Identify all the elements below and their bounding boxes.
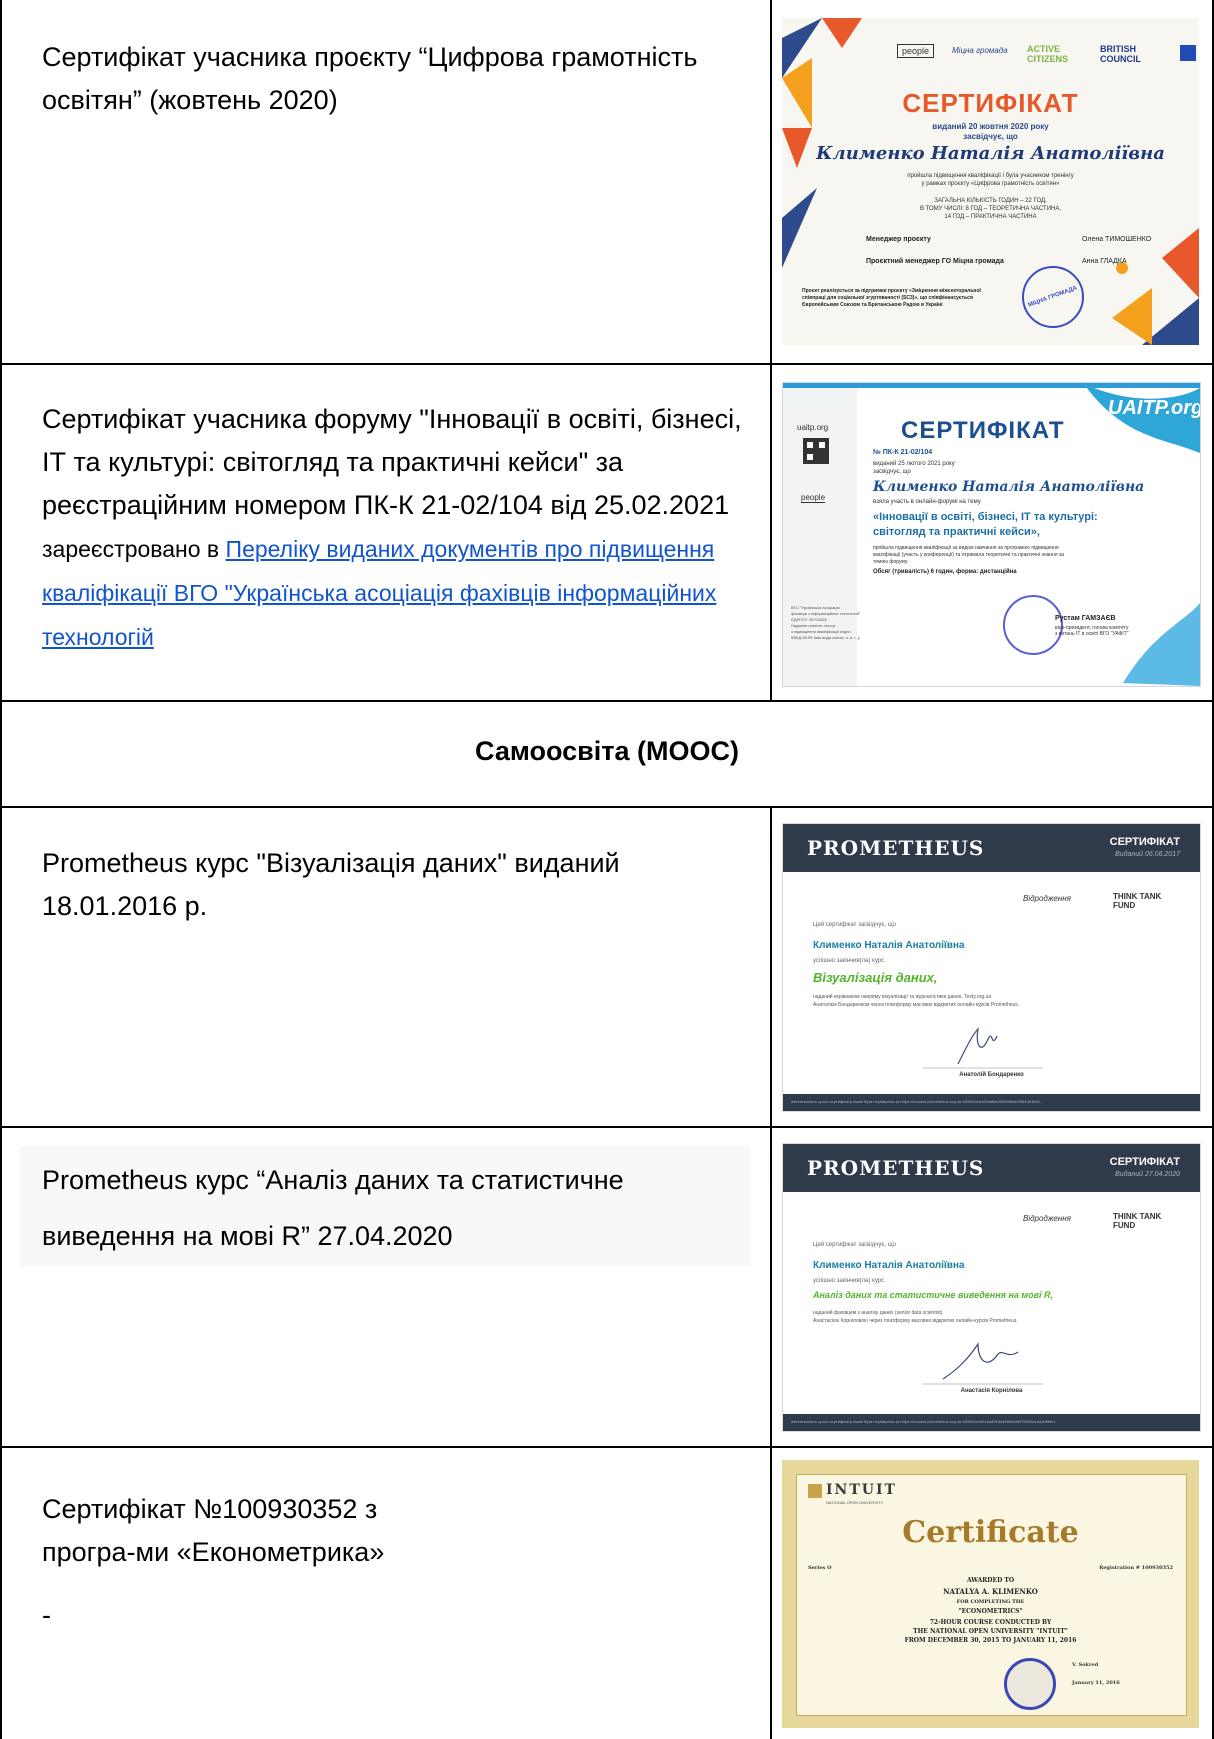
section-heading-mooc: Самоосвіта (MOOC): [475, 736, 739, 766]
volume-line: Обсяг (тривалість) 6 годин, форма: диста…: [873, 569, 1017, 575]
forum-topic: «Інновації в освіті, бізнесі, ІТ та куль…: [873, 511, 1098, 523]
footer-line: співпраці для соціальної згуртованості (…: [802, 295, 973, 301]
cert-line: 72-HOUR COURSE CONDUCTED BY: [929, 1619, 1052, 1626]
body-line: у рамках проєкту «Цифрова грамотність ос…: [921, 181, 1060, 187]
signer-name: Олена ТИМОШЕНКО: [1082, 236, 1152, 243]
certificate-image-uaitp-forum: uaitp.org people UAITP.org СЕРТИФІКАТ № …: [782, 382, 1201, 687]
row-4-description: Prometheus курс "Візуалізація даних" вид…: [42, 848, 620, 921]
footer-line: Європейським Союзом та Британською Радою…: [802, 302, 943, 308]
certifies-text: засвідчує, що: [963, 132, 1018, 141]
seal-stamp: [1004, 1658, 1056, 1710]
seal-text: МІЦНА ГРОМАДА: [1027, 285, 1079, 309]
row-2-description: Сертифікат учасника форуму "Інновації в …: [42, 398, 762, 659]
cert-line: THE NATIONAL OPEN UNIVERSITY "INTUIT": [913, 1628, 1068, 1635]
logo-mitsna-hromada: Міцна громада: [952, 46, 1008, 55]
row-2-registered: зареєстровано в: [42, 536, 226, 562]
column-divider: [770, 806, 772, 1739]
body-line: пройшла підвищення кваліфікації за видом…: [873, 545, 1059, 551]
certificate-image-prometheus-visualization: PROMETHEUS СЕРТИФІКАТ Виданий 06.06.2017…: [782, 823, 1201, 1112]
hours-line: 14 ГОД – ПРАКТИЧНА ЧАСТИНА: [944, 214, 1037, 220]
org-line: ЄДРПОУ 35701828: [791, 617, 827, 622]
signer-name: Рустам ГАМЗАЄВ: [1055, 615, 1116, 622]
row-divider: [0, 363, 1214, 365]
row-2-text: Сертифікат учасника форуму "Інновації в …: [42, 404, 742, 520]
signer-role: Проєктний менеджер ГО Міцна громада: [866, 258, 1004, 265]
org-line: фахівців з інформаційних технологій": [791, 611, 861, 616]
org-line: ВГО "Українська асоціація: [791, 605, 840, 610]
intuit-logo: INTUIT: [826, 1482, 897, 1498]
certificate-title: СЕРТИФІКАТ: [902, 88, 1079, 118]
certificate-image-prometheus-r: PROMETHEUS СЕРТИФІКАТ Виданий 27.04.2020…: [782, 1143, 1201, 1432]
row-1-description: Сертифікат учасника проєкту “Цифрова гра…: [42, 42, 698, 115]
certificate-image-intuit-econometrics: INTUIT NATIONAL OPEN UNIVERSITY Certific…: [782, 1460, 1199, 1728]
signature-date: January 11, 2016: [1072, 1680, 1120, 1686]
verification-text: Автентичність цього сертифікату може бут…: [791, 1099, 1044, 1104]
row-divider: [0, 700, 1214, 702]
row-6-line-2: програ-ми «Економетрика»: [42, 1537, 385, 1567]
body-line: темою форуму.: [873, 559, 909, 565]
signer-name: Анатолій Бондаренко: [959, 1072, 1024, 1078]
issued-date: виданий 25 лютого 2021 року: [873, 461, 955, 467]
signer-role: Менеджер проєкту: [866, 236, 931, 243]
row-6-line-3: -: [42, 1600, 51, 1630]
signer-name: V. Sokred: [1072, 1662, 1099, 1668]
certificate-title: СЕРТИФІКАТ: [901, 417, 1065, 444]
body-line: кваліфікації (участь у конференції) та о…: [873, 552, 1065, 558]
site-url: uaitp.org: [797, 423, 829, 432]
org-line: КВЕД 85.59 Інші види освіти, н. в. і. у.: [791, 635, 861, 640]
row-divider: [0, 1446, 1214, 1448]
verification-text: Автентичність цього сертифікату може бут…: [791, 1419, 1056, 1424]
people-logo: people: [801, 493, 826, 503]
cert-line: FOR COMPLETING THE: [956, 1599, 1025, 1605]
cert-line: NATALYA A. KLIMENKO: [943, 1587, 1038, 1596]
row-6-line-1: Сертифікат №100930352 з: [42, 1494, 378, 1524]
certificate-title: Certificate: [902, 1515, 1079, 1550]
recipient-name: Клименко Наталія Анатоліївна: [873, 479, 1145, 495]
row-divider: [0, 806, 1214, 808]
cert-line: AWARDED TO: [966, 1577, 1015, 1584]
intuit-logo-mark: [808, 1484, 822, 1498]
signer-name: Анастасія Корнілова: [960, 1388, 1023, 1394]
signer-role: з питань ІТ в освіті ВГО "УАФІТ": [1055, 631, 1129, 637]
participation-text: взяла участь в онлайн-форумі на тему: [873, 499, 981, 505]
recipient-name: Клименко Наталія Анатоліївна: [816, 143, 1165, 164]
cert-line: "ECONOMETRICS": [958, 1608, 1023, 1615]
org-line: Надання освітніх послуг: [791, 623, 836, 628]
column-divider: [770, 0, 772, 700]
uaitp-logo: UAITP.org: [1108, 397, 1201, 419]
signer-name: Анна ГЛАДКА: [1082, 258, 1127, 265]
row-5-description: Prometheus курс “Аналіз даних та статист…: [42, 1165, 624, 1251]
body-line: пройшла підвищення кваліфікації і була у…: [907, 173, 1074, 179]
logo-people: people: [897, 44, 935, 58]
seal-stamp: МІЦНА ГРОМАДА: [1022, 266, 1084, 328]
certifies-text: засвідчує, що: [873, 469, 911, 475]
signature-mark: [923, 1027, 1043, 1069]
row-divider: [0, 1126, 1214, 1128]
forum-topic: світогляд та практичні кейси»,: [873, 526, 1040, 538]
cert-line: FROM DECEMBER 30, 2015 TO JANUARY 11, 20…: [904, 1637, 1077, 1644]
seal-stamp: [1003, 595, 1063, 655]
registration-number: Registration # 100930352: [1099, 1565, 1173, 1571]
certificate-image-digital-literacy: people Міцна громада ACTIVE CITIZENS BRI…: [782, 18, 1199, 345]
series-label: Series O: [808, 1565, 832, 1571]
issued-date: виданий 20 жовтня 2020 року: [932, 122, 1049, 131]
row-6-description: Сертифікат №100930352 з програ-ми «Еконо…: [42, 1488, 692, 1637]
hours-line: ЗАГАЛЬНА КІЛЬКІСТЬ ГОДИН – 22 ГОД,: [934, 198, 1047, 204]
org-line: з підвищення кваліфікації згідно: [791, 629, 851, 634]
footer-line: Проєкт реалізується за підтримки проєкту…: [802, 288, 981, 294]
logo-active-citizens: ACTIVE CITIZENS: [1027, 44, 1069, 64]
logo-british-council: BRITISH COUNCIL: [1100, 44, 1141, 64]
intuit-subtitle: NATIONAL OPEN UNIVERSITY: [826, 1500, 884, 1505]
table-border-left: [0, 0, 2, 1739]
hours-line: В ТОМУ ЧИСЛІ: 8 ГОД – ТЕОРЕТИЧНА ЧАСТИНА…: [919, 206, 1062, 212]
certificate-number: № ПК-К 21-02/104: [873, 449, 933, 456]
